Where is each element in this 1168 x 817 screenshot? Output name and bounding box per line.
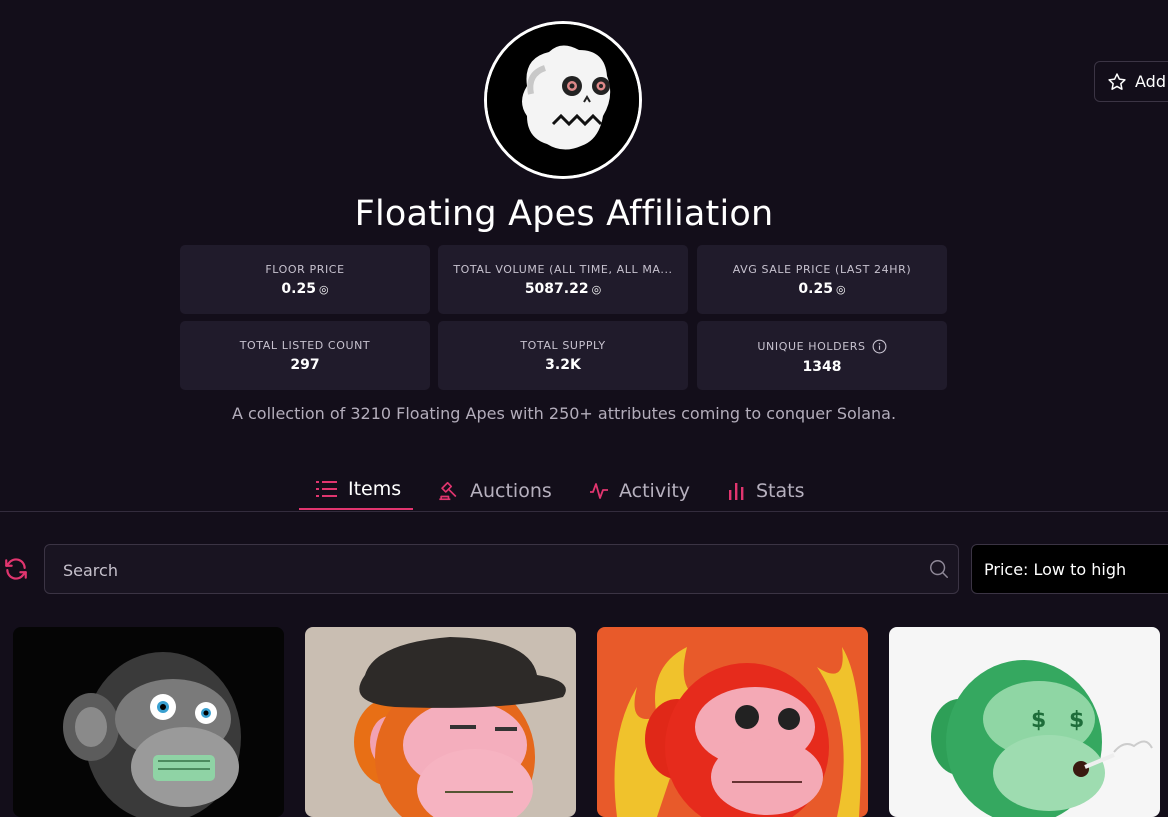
- stat-unique-holders: UNIQUE HOLDERS 1348: [697, 321, 947, 390]
- nft-card[interactable]: [13, 627, 284, 817]
- stat-value: 0.25: [281, 281, 316, 297]
- collection-title: Floating Apes Affiliation: [354, 194, 774, 234]
- add-to-watchlist-button[interactable]: Add: [1094, 61, 1168, 102]
- tab-label: Items: [348, 478, 402, 500]
- activity-icon: [589, 481, 609, 501]
- tab-stats[interactable]: Stats: [728, 470, 805, 511]
- stat-total-listed: TOTAL LISTED COUNT 297: [180, 321, 430, 390]
- stat-value: 3.2K: [545, 357, 581, 373]
- tab-label: Auctions: [470, 479, 552, 502]
- refresh-icon: [3, 556, 29, 582]
- skull-logo-icon: [487, 24, 639, 176]
- stat-total-supply: TOTAL SUPPLY 3.2K: [438, 321, 688, 390]
- solana-icon: ◎: [318, 283, 329, 296]
- stat-value: 5087.22: [524, 281, 589, 297]
- tab-bar: Items Auctions Activity Stats: [0, 470, 1168, 512]
- stat-total-volume: TOTAL VOLUME (ALL TIME, ALL MA... 5087.2…: [438, 245, 688, 314]
- ape-artwork-image: [305, 627, 576, 817]
- tab-label: Stats: [756, 479, 805, 502]
- nft-card[interactable]: [305, 627, 576, 817]
- ape-artwork-image: $ $: [889, 627, 1160, 817]
- star-icon: [1107, 72, 1127, 92]
- info-icon[interactable]: [872, 339, 887, 354]
- svg-text:$: $: [1031, 708, 1046, 733]
- stat-floor-price: FLOOR PRICE 0.25 ◎: [180, 245, 430, 314]
- gavel-icon: [437, 480, 460, 502]
- collection-avatar: [484, 21, 642, 179]
- stat-label: TOTAL LISTED COUNT: [239, 339, 371, 352]
- search-box: [44, 544, 959, 595]
- stat-value: 0.25: [798, 281, 833, 297]
- search-input[interactable]: [61, 545, 915, 595]
- search-icon[interactable]: [928, 558, 950, 580]
- stat-label: FLOOR PRICE: [265, 263, 345, 276]
- ape-artwork-image: [597, 627, 868, 817]
- sort-selected-value: Price: Low to high: [984, 559, 1127, 579]
- solana-icon: ◎: [591, 283, 602, 296]
- stat-label: UNIQUE HOLDERS: [757, 340, 866, 353]
- ape-artwork-image: [13, 627, 284, 817]
- watchlist-label: Add: [1135, 72, 1166, 91]
- stat-value: 1348: [802, 359, 842, 375]
- solana-icon: ◎: [835, 283, 846, 296]
- tab-auctions[interactable]: Auctions: [437, 470, 552, 511]
- nft-card[interactable]: $ $: [889, 627, 1160, 817]
- stat-avg-sale-price: AVG SALE PRICE (LAST 24HR) 0.25 ◎: [697, 245, 947, 314]
- nft-card[interactable]: [597, 627, 868, 817]
- stat-value: 297: [290, 357, 320, 373]
- svg-text:$: $: [1069, 708, 1084, 733]
- collection-description: A collection of 3210 Floating Apes with …: [231, 404, 897, 423]
- bar-chart-icon: [728, 481, 746, 501]
- stat-label: AVG SALE PRICE (LAST 24HR): [732, 263, 912, 276]
- sort-select[interactable]: Price: Low to high: [971, 544, 1168, 594]
- tab-label: Activity: [619, 479, 691, 502]
- refresh-button[interactable]: [3, 556, 29, 582]
- list-icon: [316, 479, 338, 499]
- tab-activity[interactable]: Activity: [589, 470, 690, 511]
- tab-items[interactable]: Items: [299, 470, 413, 510]
- stat-label: TOTAL VOLUME (ALL TIME, ALL MA...: [453, 263, 673, 276]
- stat-label: TOTAL SUPPLY: [520, 339, 606, 352]
